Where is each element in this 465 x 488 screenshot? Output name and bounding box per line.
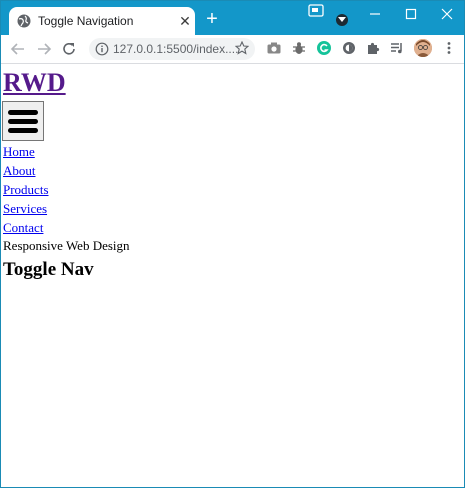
avatar-face-icon (414, 39, 432, 57)
profile-avatar[interactable] (414, 39, 432, 57)
bookmark-star-icon[interactable] (235, 41, 249, 55)
browser-toolbar: 127.0.0.1:5500/index.... (1, 35, 464, 64)
new-tab-button[interactable]: + (203, 9, 221, 29)
page-heading: Toggle Nav (3, 259, 94, 280)
bug-icon[interactable] (291, 40, 307, 56)
nav-link-contact[interactable]: Contact (3, 220, 43, 236)
site-logo-link[interactable]: RWD (3, 67, 66, 99)
browser-window: Toggle Navigation ✕ + 127.0.0.1:5500/ind… (0, 0, 465, 488)
nav-link-products[interactable]: Products (3, 182, 49, 198)
site-info-icon[interactable] (95, 42, 109, 56)
browser-tab[interactable]: Toggle Navigation ✕ (9, 7, 195, 35)
nav-link-about[interactable]: About (3, 163, 36, 179)
address-bar[interactable]: 127.0.0.1:5500/index.... (89, 38, 255, 60)
hamburger-bar-icon (8, 110, 38, 115)
back-arrow-icon[interactable] (9, 40, 27, 58)
tagline-text: Responsive Web Design (3, 238, 130, 253)
reading-list-icon[interactable] (389, 40, 405, 56)
extensions-puzzle-icon[interactable] (365, 40, 381, 56)
camera-icon[interactable] (266, 40, 282, 56)
globe-icon (17, 14, 31, 28)
dark-mode-extension-icon[interactable] (341, 40, 357, 56)
nav-link-home[interactable]: Home (3, 144, 35, 160)
forward-arrow-icon[interactable] (35, 40, 53, 58)
reload-icon[interactable] (60, 40, 78, 58)
url-text: 127.0.0.1:5500/index.... (113, 42, 239, 56)
close-window-button[interactable] (433, 5, 461, 23)
page-content: RWD Home About Products Services Contact… (1, 65, 464, 487)
maximize-button[interactable] (397, 5, 425, 23)
grammarly-icon[interactable] (316, 40, 332, 56)
tab-title: Toggle Navigation (38, 14, 134, 28)
hamburger-menu-button[interactable] (2, 101, 44, 141)
minimize-button[interactable] (361, 5, 389, 23)
hamburger-bar-icon (8, 119, 38, 124)
tab-search-icon[interactable] (308, 4, 324, 18)
close-tab-icon[interactable]: ✕ (177, 13, 193, 29)
tab-search-dropdown-icon[interactable] (336, 14, 348, 26)
kebab-menu-icon[interactable] (441, 40, 457, 56)
hamburger-bar-icon (8, 128, 38, 133)
nav-link-services[interactable]: Services (3, 201, 47, 217)
tab-strip: Toggle Navigation ✕ + (1, 1, 464, 35)
